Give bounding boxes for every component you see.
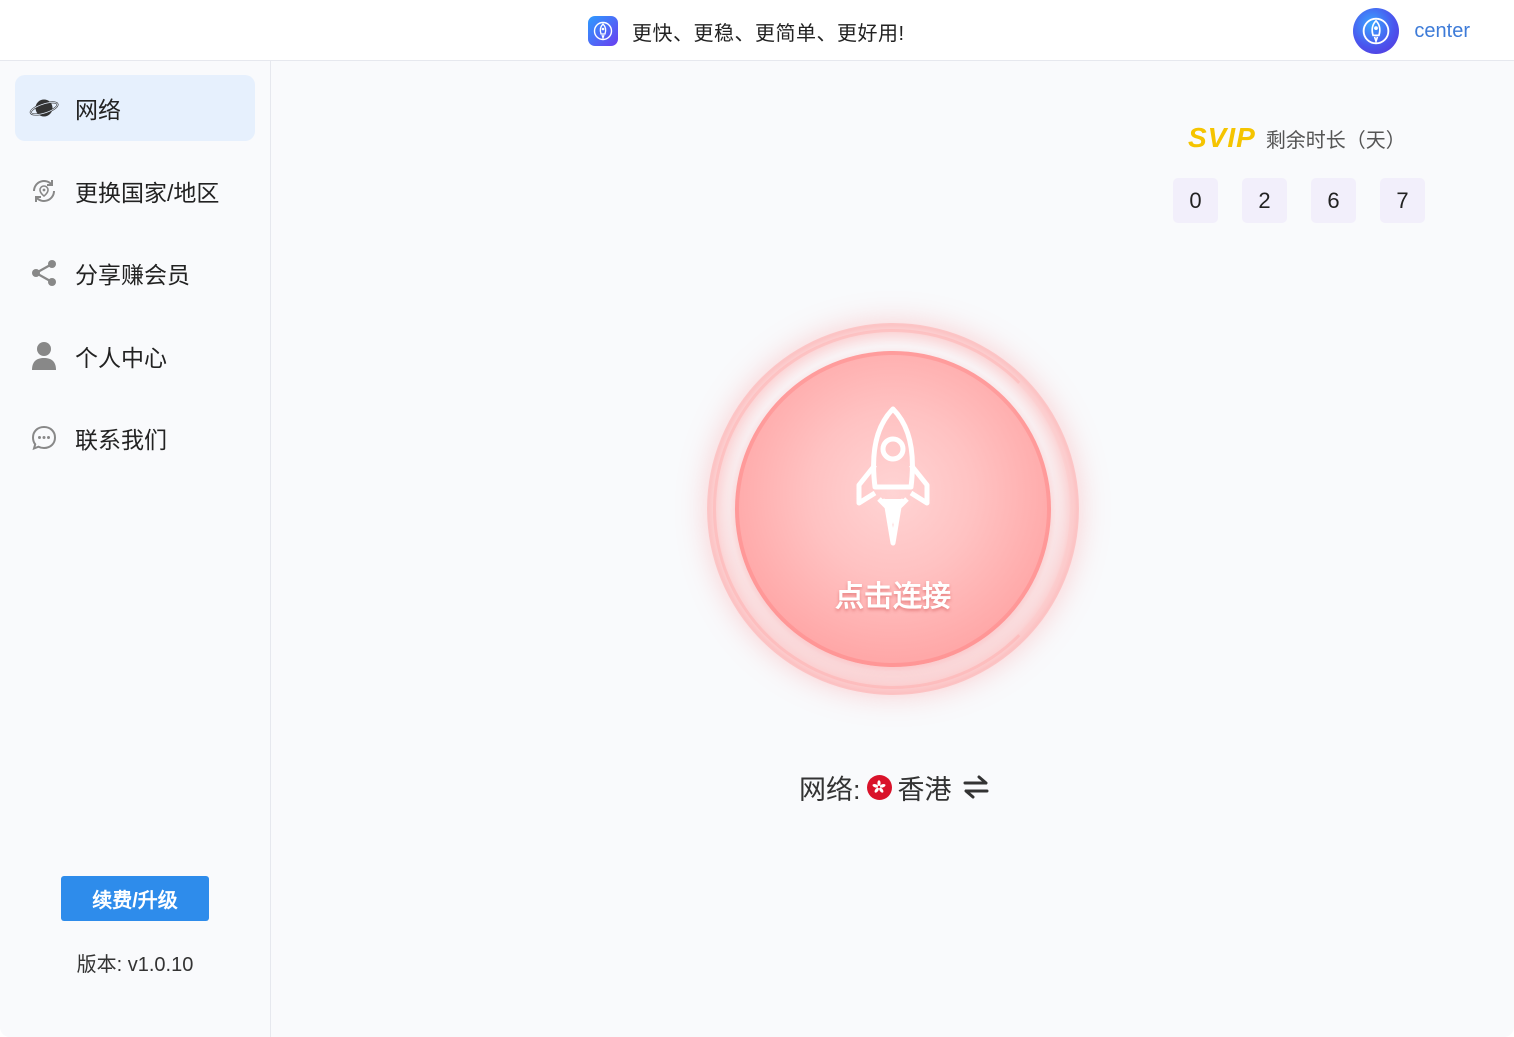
sidebar-item-label: 分享赚会员: [75, 262, 190, 288]
sidebar-item-network[interactable]: 网络: [15, 75, 255, 141]
planet-icon: [29, 93, 59, 123]
version-label: 版本: v1.0.10: [76, 954, 194, 976]
day-digit: 2: [1242, 178, 1287, 223]
remaining-days-label: 剩余时长（天）: [1265, 129, 1406, 152]
share-icon: [29, 258, 59, 288]
hong-kong-flag-icon: [866, 774, 892, 800]
connect-button[interactable]: 点击连接: [735, 351, 1051, 667]
region-name: 香港: [897, 774, 952, 805]
sidebar-item-change-region[interactable]: 更换国家/地区: [15, 158, 255, 224]
day-digit: 0: [1173, 178, 1218, 223]
sidebar: 网络 更换国家/地区 分享赚会员 个人中心 联系我们 续费/升级 版本: v1.…: [0, 61, 271, 1037]
sidebar-item-profile[interactable]: 个人中心: [15, 323, 255, 389]
sidebar-item-contact[interactable]: 联系我们: [15, 405, 255, 471]
app-window: 更快、更稳、更简单、更好用! center 网络 更换国家/地区 分享赚会员 个…: [0, 0, 1514, 1037]
day-digit: 6: [1311, 178, 1356, 223]
network-label: 网络:: [799, 774, 861, 805]
sidebar-item-label: 联系我们: [75, 427, 167, 453]
network-selector[interactable]: 网络: 香港: [799, 769, 990, 805]
sidebar-item-label: 更换国家/地区: [75, 180, 220, 206]
svip-badge: SVIP: [1188, 122, 1256, 153]
main-panel: SVIP 剩余时长（天） 0 2 6 7 点击连接 网络: 香港: [271, 61, 1514, 1037]
day-digit: 7: [1380, 178, 1425, 223]
user-icon: [29, 341, 59, 371]
renew-upgrade-button[interactable]: 续费/升级: [61, 876, 209, 921]
membership-header: SVIP 剩余时长（天）: [1188, 122, 1406, 153]
username[interactable]: center: [1414, 20, 1470, 43]
rocket-logo-icon: [588, 16, 618, 46]
user-menu[interactable]: center: [1353, 8, 1470, 54]
avatar[interactable]: [1353, 8, 1400, 54]
sidebar-item-label: 网络: [75, 97, 121, 123]
app-brand: 更快、更稳、更简单、更好用!: [588, 15, 905, 47]
refresh-location-icon: [29, 176, 59, 206]
connect-control: 点击连接: [707, 323, 1079, 695]
rocket-icon: [856, 406, 930, 546]
sidebar-item-share[interactable]: 分享赚会员: [15, 240, 255, 306]
sidebar-item-label: 个人中心: [75, 345, 167, 371]
slogan-text: 更快、更稳、更简单、更好用!: [632, 22, 905, 45]
chat-icon: [29, 423, 59, 453]
connect-label: 点击连接: [834, 581, 951, 613]
swap-icon[interactable]: [962, 775, 990, 799]
top-bar: 更快、更稳、更简单、更好用! center: [0, 0, 1514, 61]
remaining-days-counter: 0 2 6 7: [1173, 178, 1425, 223]
